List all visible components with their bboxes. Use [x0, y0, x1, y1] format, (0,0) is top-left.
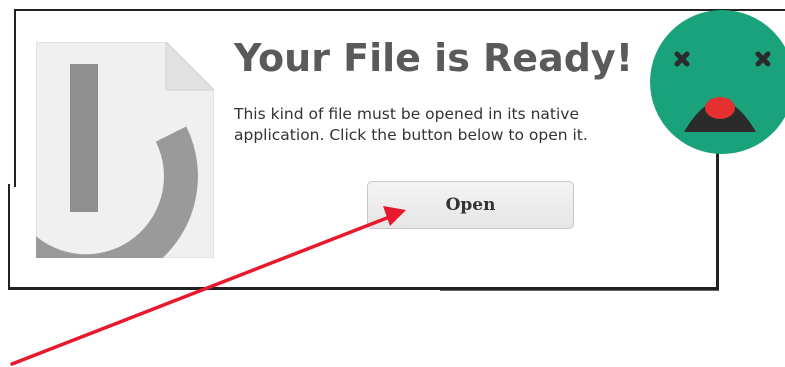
description-line-1: This kind of file must be opened in its …	[234, 105, 580, 123]
dialog-border-right	[716, 150, 719, 290]
description-line-2: application. Click the button below to o…	[234, 126, 588, 144]
file-icon	[36, 42, 214, 258]
dialog-description: This kind of file must be opened in its …	[234, 104, 674, 146]
power-bar	[70, 64, 98, 212]
right-x-eye	[755, 51, 771, 67]
dialog-border-left-lower	[8, 184, 10, 290]
left-x-eye	[674, 51, 690, 67]
dialog-title: Your File is Ready!	[234, 36, 634, 80]
tongue	[705, 97, 735, 119]
open-button[interactable]: Open	[367, 181, 574, 229]
dead-face-emoji-icon	[650, 10, 785, 154]
screenshot-stage: Your File is Ready! This kind of file mu…	[0, 0, 785, 367]
dialog-border-shadow	[440, 290, 719, 291]
dialog-border-left	[14, 9, 16, 187]
